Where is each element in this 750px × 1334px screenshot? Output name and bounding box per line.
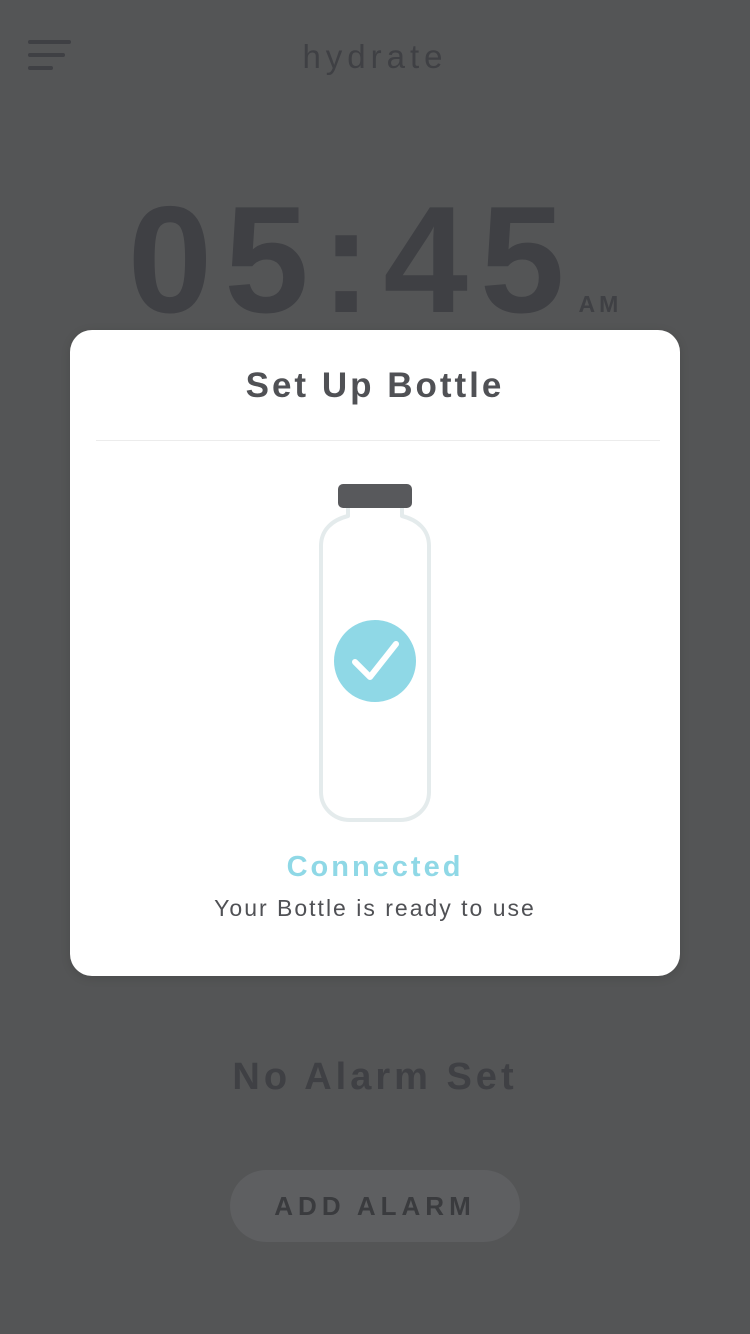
checkmark-icon bbox=[334, 620, 416, 702]
clock-period: AM bbox=[578, 291, 623, 317]
add-alarm-button[interactable]: ADD ALARM bbox=[230, 1170, 520, 1242]
setup-bottle-modal: Set Up Bottle Connected Your Bottle is r… bbox=[70, 330, 680, 976]
clock-time: 05:45 bbox=[127, 175, 577, 345]
modal-title: Set Up Bottle bbox=[245, 366, 505, 405]
clock-display: 05:45AM bbox=[0, 184, 750, 336]
modal-divider bbox=[96, 440, 660, 441]
app-title: hydrate bbox=[302, 38, 448, 75]
app-screen: hydrate 05:45AM No Alarm Set ADD ALARM S… bbox=[0, 0, 750, 1334]
connection-message: Your Bottle is ready to use bbox=[214, 895, 536, 921]
connection-status: Connected bbox=[286, 851, 464, 883]
alarm-status: No Alarm Set bbox=[232, 1056, 518, 1098]
water-bottle-icon bbox=[319, 484, 431, 822]
bottle-cap bbox=[338, 484, 412, 508]
